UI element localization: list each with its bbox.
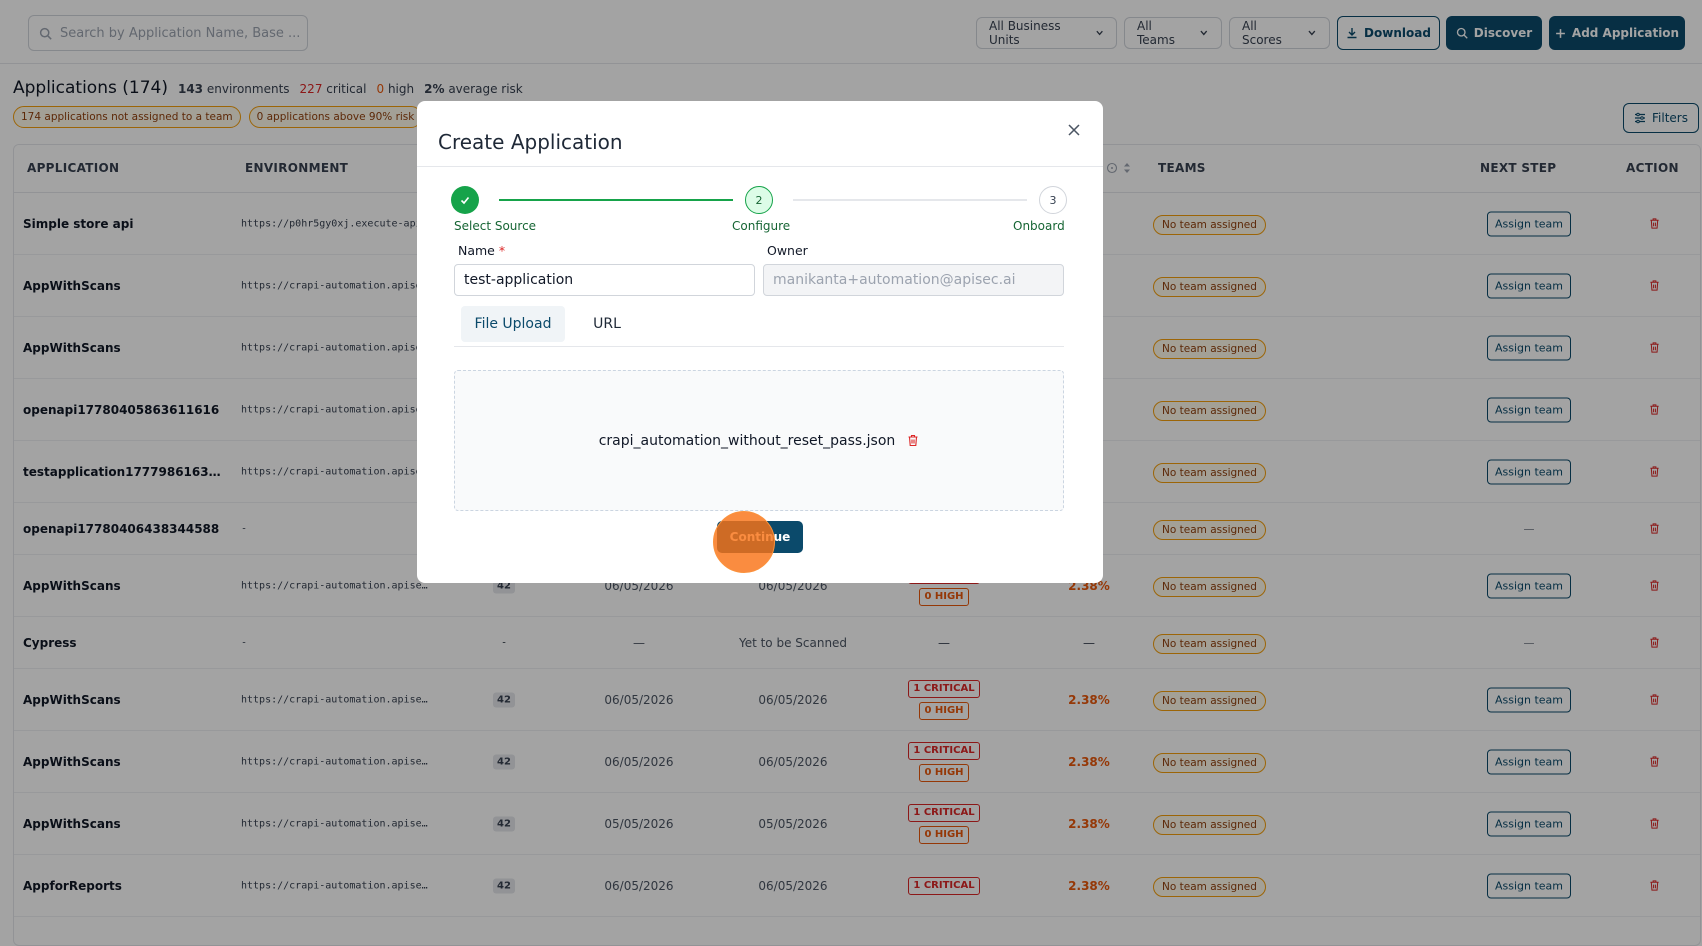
continue-button[interactable]: Continue — [717, 521, 803, 553]
create-application-modal: Create Application 2 3 Select Source Con… — [417, 101, 1103, 583]
step-2-label: Configure — [732, 219, 791, 233]
stepper-line-complete — [499, 199, 733, 201]
step-1-select-source[interactable] — [451, 186, 479, 214]
tab-url[interactable]: URL — [577, 306, 637, 342]
name-input[interactable]: test-application — [454, 264, 755, 296]
close-icon[interactable] — [1063, 119, 1085, 141]
modal-divider — [417, 166, 1103, 167]
check-icon — [460, 196, 470, 205]
stepper-line-pending — [793, 199, 1027, 201]
name-field-label: Name * — [458, 243, 506, 258]
tab-file-upload[interactable]: File Upload — [461, 306, 565, 342]
step-2-configure: 2 — [745, 186, 773, 214]
step-3-onboard: 3 — [1039, 186, 1067, 214]
owner-input: manikanta+automation@apisec.ai — [763, 264, 1064, 296]
modal-title: Create Application — [438, 130, 623, 154]
owner-field-label: Owner — [767, 243, 808, 258]
step-3-label: Onboard — [1013, 219, 1065, 233]
tab-underline — [454, 346, 1064, 347]
file-dropzone[interactable]: crapi_automation_without_reset_pass.json — [454, 370, 1064, 511]
trash-icon[interactable] — [907, 434, 919, 447]
uploaded-file-name: crapi_automation_without_reset_pass.json — [598, 432, 896, 449]
step-1-label: Select Source — [454, 219, 537, 233]
